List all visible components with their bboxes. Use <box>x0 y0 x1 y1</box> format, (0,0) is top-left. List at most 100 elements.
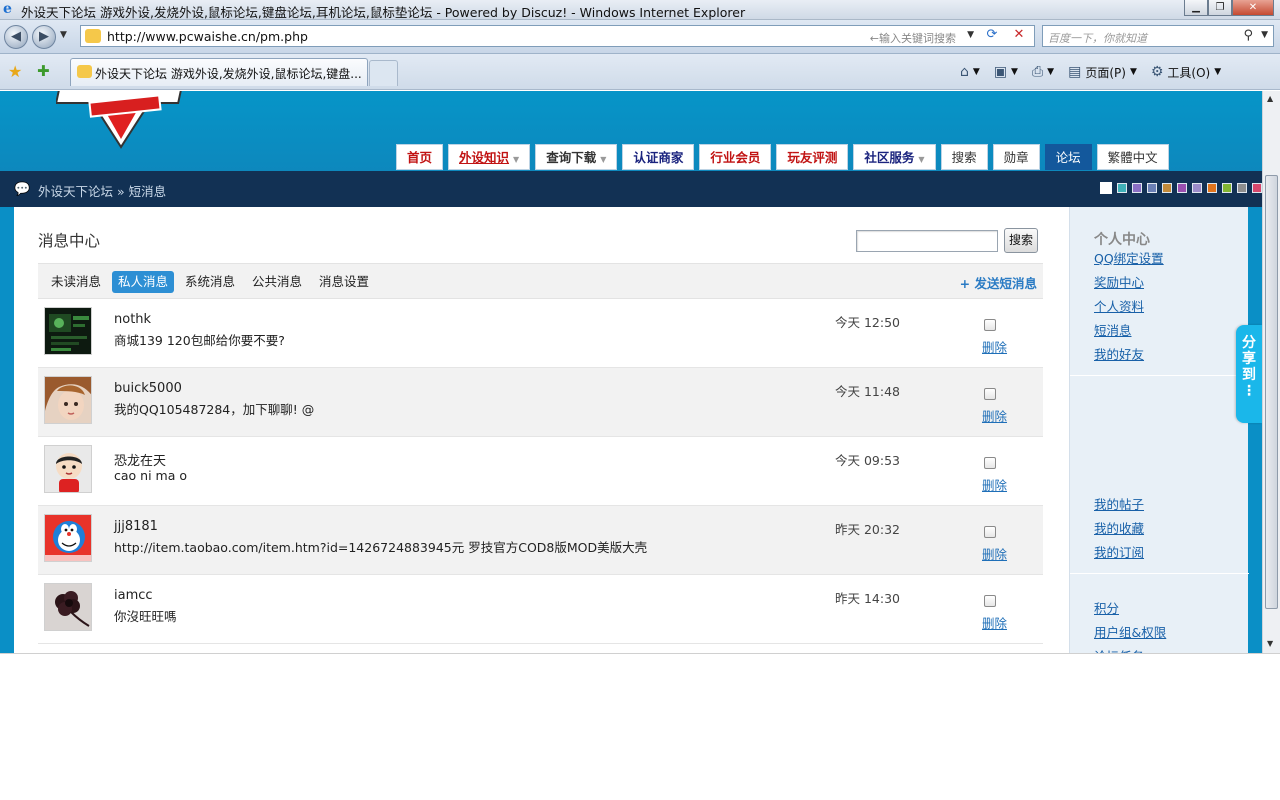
nav-certified-sellers[interactable]: 认证商家 <box>622 144 695 170</box>
message-sender[interactable]: 恐龙在天 <box>114 450 166 469</box>
tab-settings[interactable]: 消息设置 <box>313 271 375 293</box>
delete-link[interactable]: 删除 <box>982 613 1007 632</box>
sidebar-link[interactable]: 个人资料 <box>1094 295 1249 319</box>
theme-swatch[interactable] <box>1177 183 1187 193</box>
site-logo[interactable] <box>56 91 186 149</box>
avatar[interactable] <box>44 445 92 493</box>
scrollbar-thumb[interactable] <box>1265 175 1278 609</box>
nav-community-services[interactable]: 社区服务 ▼ <box>853 144 936 170</box>
message-row[interactable]: iamcc 你沒旺旺嗎 昨天 14:30 删除 <box>38 575 1043 644</box>
send-pm-link[interactable]: + 发送短消息 <box>960 273 1037 292</box>
sidebar-link[interactable]: 奖励中心 <box>1094 271 1249 295</box>
feeds-dropdown[interactable]: ▼ <box>1011 67 1018 77</box>
nav-industry-members[interactable]: 行业会员 <box>699 144 772 170</box>
avatar[interactable] <box>44 307 92 355</box>
sidebar-link[interactable]: 我的好友 <box>1094 343 1249 367</box>
nav-player-reviews[interactable]: 玩友评测 <box>776 144 849 170</box>
nav-home[interactable]: 首页 <box>396 144 444 170</box>
search-options-dropdown[interactable]: ▼ <box>1261 30 1268 40</box>
message-sender[interactable]: nothk <box>114 312 151 327</box>
theme-swatch[interactable] <box>1162 183 1172 193</box>
theme-swatch[interactable] <box>1222 183 1232 193</box>
print-icon[interactable]: ⎙ <box>1032 64 1043 80</box>
tab-private[interactable]: 私人消息 <box>112 271 175 293</box>
sidebar-link[interactable]: 我的收藏 <box>1094 517 1249 541</box>
restore-button[interactable]: ❐ <box>1208 0 1232 16</box>
delete-link[interactable]: 删除 <box>982 544 1007 563</box>
sidebar-link[interactable]: 我的订阅 <box>1094 541 1249 565</box>
theme-swatch[interactable] <box>1207 183 1217 193</box>
theme-swatch[interactable] <box>1117 183 1127 193</box>
print-dropdown[interactable]: ▼ <box>1047 67 1054 77</box>
message-row[interactable]: buick5000 我的QQ105487284，加下聊聊! @ 今天 11:48 删除 <box>38 368 1043 437</box>
page-menu[interactable]: 页面(P) <box>1085 64 1126 81</box>
tools-menu[interactable]: 工具(O) <box>1167 64 1210 81</box>
nav-peripheral-knowledge[interactable]: 外设知识 ▼ <box>448 144 531 170</box>
theme-swatch[interactable] <box>1237 183 1247 193</box>
delete-link[interactable]: 删除 <box>982 406 1007 425</box>
close-window-button[interactable]: ✕ <box>1232 0 1274 16</box>
tools-dropdown[interactable]: ▼ <box>1214 67 1221 77</box>
nav-search[interactable]: 搜索 <box>940 144 988 170</box>
avatar[interactable] <box>44 583 92 631</box>
select-checkbox[interactable] <box>984 595 996 607</box>
forward-button[interactable]: ▶ <box>32 25 56 49</box>
sidebar-link[interactable]: 我的帖子 <box>1094 493 1249 517</box>
message-row[interactable]: nothk 商城139 120包邮给你要不要? 今天 12:50 删除 <box>38 299 1043 368</box>
delete-link[interactable]: 删除 <box>982 475 1007 494</box>
sidebar-link[interactable]: QQ绑定设置 <box>1094 247 1249 271</box>
minimize-button[interactable]: ▁ <box>1184 0 1208 16</box>
message-snippet[interactable]: http://item.taobao.com/item.htm?id=14267… <box>114 537 647 556</box>
favorites-star-icon[interactable]: ★ <box>8 62 22 81</box>
select-checkbox[interactable] <box>984 526 996 538</box>
address-dropdown[interactable]: ▼ <box>967 30 974 40</box>
back-button[interactable]: ◀ <box>4 25 28 49</box>
tab-unread[interactable]: 未读消息 <box>45 271 107 293</box>
page-dropdown[interactable]: ▼ <box>1130 67 1137 77</box>
refresh-icon[interactable]: ⟳ <box>980 27 1004 46</box>
nav-downloads[interactable]: 查询下载 ▼ <box>535 144 618 170</box>
sidebar-link[interactable]: 用户组&权限 <box>1094 621 1249 645</box>
sidebar-link[interactable]: 论坛任务 <box>1094 645 1249 653</box>
message-sender[interactable]: buick5000 <box>114 381 182 396</box>
home-icon[interactable]: ⌂ <box>960 64 969 80</box>
new-tab-button[interactable] <box>369 60 398 86</box>
breadcrumb-home[interactable]: 外设天下论坛 <box>38 184 113 199</box>
avatar[interactable] <box>44 514 92 562</box>
web-search-input[interactable]: 百度一下，你就知道 ⚲ ▼ <box>1042 25 1274 47</box>
message-snippet[interactable]: 你沒旺旺嗎 <box>114 606 177 625</box>
message-row[interactable]: 恐龙在天 cao ni ma o 今天 09:53 删除 <box>38 437 1043 506</box>
nav-traditional-chinese[interactable]: 繁體中文 <box>1096 144 1169 170</box>
select-checkbox[interactable] <box>984 388 996 400</box>
message-snippet[interactable]: cao ni ma o <box>114 468 187 483</box>
select-checkbox[interactable] <box>984 457 996 469</box>
pm-search-button[interactable]: 搜索 <box>1004 228 1038 253</box>
theme-swatch[interactable] <box>1132 183 1142 193</box>
tab-system[interactable]: 系统消息 <box>179 271 241 293</box>
tab-public[interactable]: 公共消息 <box>246 271 308 293</box>
message-snippet[interactable]: 我的QQ105487284，加下聊聊! @ <box>114 399 314 418</box>
theme-swatch[interactable] <box>1192 183 1202 193</box>
sidebar-link[interactable]: 短消息 <box>1094 319 1249 343</box>
nav-forum[interactable]: 论坛 <box>1044 144 1092 170</box>
feeds-icon[interactable]: ▣ <box>994 64 1007 80</box>
nav-medals[interactable]: 勋章 <box>992 144 1040 170</box>
theme-swatch[interactable] <box>1100 182 1112 194</box>
message-sender[interactable]: jjj8181 <box>114 519 158 534</box>
message-sender[interactable]: iamcc <box>114 588 153 603</box>
search-icon[interactable]: ⚲ <box>1243 28 1253 43</box>
theme-swatch[interactable] <box>1252 183 1262 193</box>
message-snippet[interactable]: 商城139 120包邮给你要不要? <box>114 330 285 349</box>
theme-swatch[interactable] <box>1147 183 1157 193</box>
avatar[interactable] <box>44 376 92 424</box>
recent-pages-dropdown[interactable]: ▼ <box>60 30 67 40</box>
scroll-down-arrow-icon[interactable]: ▼ <box>1267 639 1273 648</box>
page-scrollbar[interactable]: ▲ ▼ <box>1262 91 1280 653</box>
select-checkbox[interactable] <box>984 319 996 331</box>
home-dropdown[interactable]: ▼ <box>973 67 980 77</box>
sidebar-link[interactable]: 积分 <box>1094 597 1249 621</box>
delete-link[interactable]: 删除 <box>982 337 1007 356</box>
add-favorite-icon[interactable]: ✚ <box>37 62 50 80</box>
address-input[interactable]: http://www.pcwaishe.cn/pm.php ←输入关键词搜索 ▼… <box>80 25 1035 47</box>
pm-search-input[interactable] <box>856 230 998 252</box>
